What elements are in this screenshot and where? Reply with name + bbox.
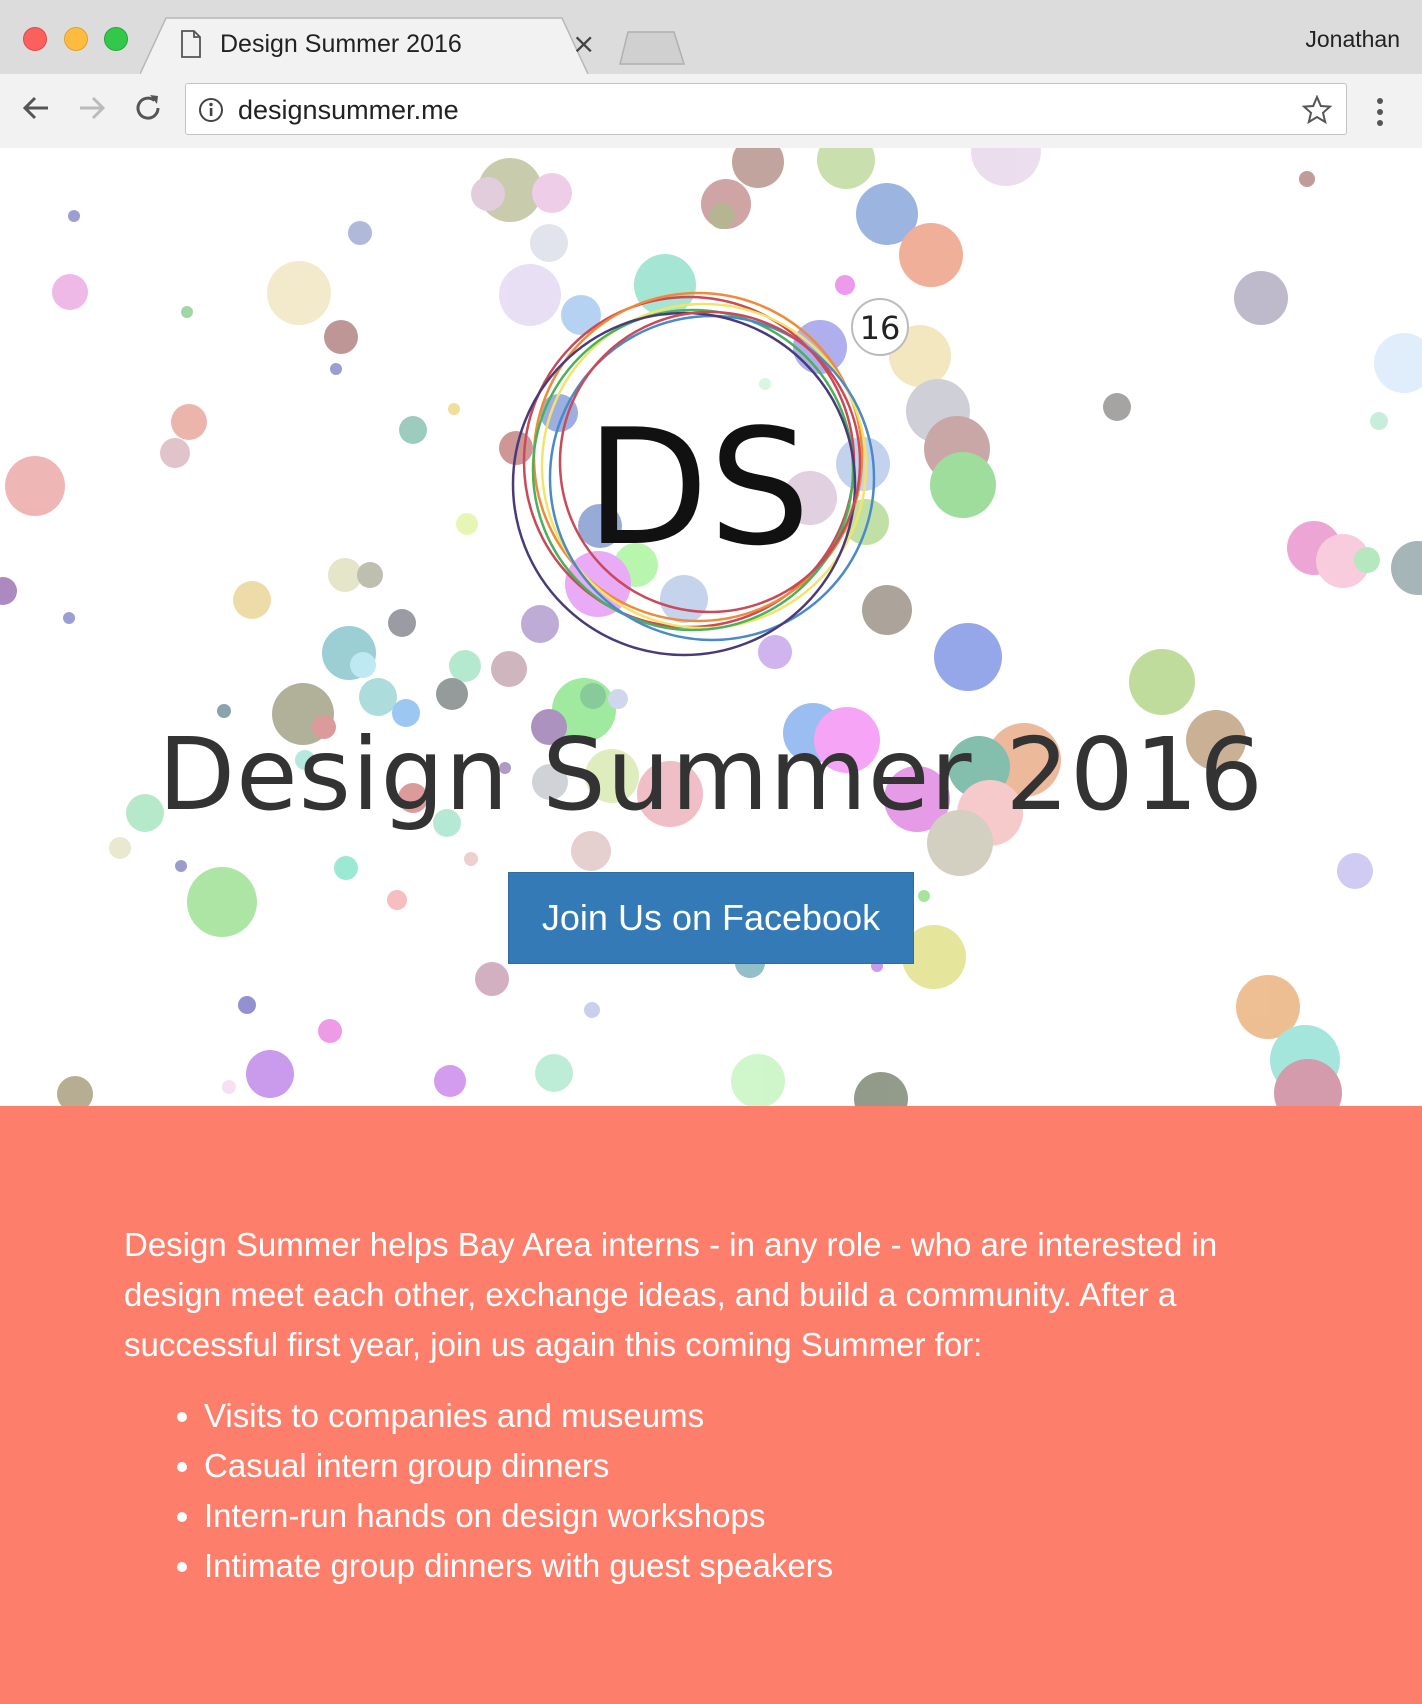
list-item: Casual intern group dinners [204,1441,833,1491]
list-item: Intimate group dinners with guest speake… [204,1541,833,1591]
profile-name[interactable]: Jonathan [1305,26,1400,53]
document-icon [181,30,201,58]
hero-section: DS 16 Design Summer 2016 Join Us on Face… [0,148,1422,1106]
close-icon[interactable]: × [572,28,595,60]
info-icon[interactable] [198,97,224,123]
logo-initials: DS [586,394,811,581]
maximize-window-button[interactable] [104,27,128,51]
list-item: Visits to companies and museums [204,1391,833,1441]
menu-icon[interactable] [1375,96,1385,128]
reload-icon[interactable] [132,92,164,124]
star-icon[interactable] [1302,95,1332,125]
page-title: Design Summer 2016 [158,716,1264,833]
logo-badge-number: 16 [860,309,901,347]
browser-toolbar: designsummer.me [0,74,1422,149]
join-facebook-button[interactable]: Join Us on Facebook [508,872,914,964]
tab-title: Design Summer 2016 [220,30,462,58]
back-icon[interactable] [20,92,52,124]
forward-icon[interactable] [76,92,108,124]
activities-list: Visits to companies and museums Casual i… [124,1391,833,1591]
browser-tab-bar: Design Summer 2016 × Jonathan [0,0,1422,76]
list-item: Intern-run hands on design workshops [204,1491,833,1541]
address-bar[interactable]: designsummer.me [185,83,1347,135]
minimize-window-button[interactable] [64,27,88,51]
new-tab-button[interactable] [618,30,688,66]
close-window-button[interactable] [23,27,47,51]
about-intro: Design Summer helps Bay Area interns - i… [124,1226,1218,1363]
url-text[interactable]: designsummer.me [238,95,459,126]
about-section: Design Summer helps Bay Area interns - i… [0,1106,1422,1704]
